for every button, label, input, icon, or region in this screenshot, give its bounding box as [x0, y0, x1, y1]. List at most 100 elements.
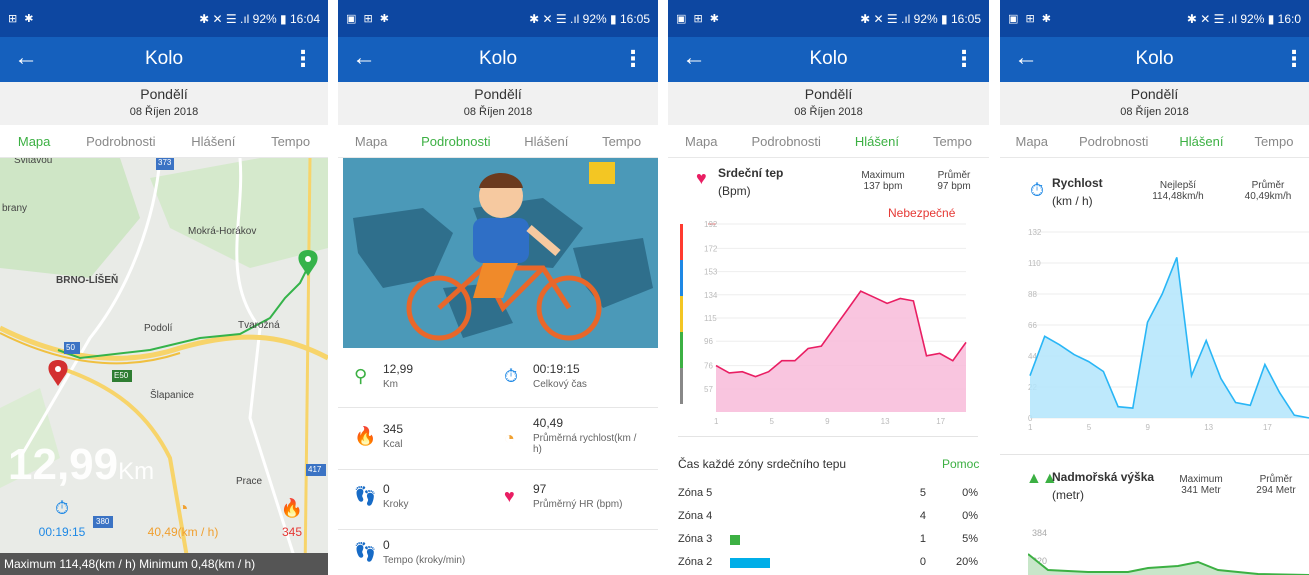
overflow-menu-icon[interactable]: ⋮ — [622, 46, 644, 72]
tab-pace[interactable]: Tempo — [602, 134, 641, 149]
status-bar: ▣ ⊞ ✱ ✱ ✕ ☰ .ıl 92% ▮ 16:0 — [1000, 0, 1309, 37]
zone-name: Zóna 4 — [678, 510, 713, 522]
day-label: Pondělí — [804, 86, 853, 102]
x-tick-label: 1 — [714, 417, 719, 426]
y-tick-label: 115 — [704, 314, 717, 323]
zone-strip — [680, 332, 683, 368]
bike-badge-icon — [589, 162, 615, 184]
tab-details[interactable]: Podrobnosti — [1079, 134, 1148, 149]
altitude-title: Nadmořská výška — [1052, 470, 1155, 484]
map-place-label: Šlapanice — [150, 390, 194, 401]
detail-row: 🔥 345 Kcal ◔ 40,49 Průměrná rychlost(km … — [338, 408, 658, 470]
y-tick-label: 134 — [704, 291, 718, 300]
distance-value: 12,99 — [8, 440, 119, 489]
app-bar: ← Kolo ⋮ — [0, 37, 328, 82]
zone-strip — [680, 296, 683, 332]
altitude-avg-label: Průměr — [1259, 474, 1293, 485]
status-icons-right: ✱ ✕ ☰ .ıl 92% ▮ 16:0 — [1186, 11, 1301, 26]
zone-percent: 5% — [962, 533, 978, 545]
x-tick-label: 17 — [936, 417, 945, 426]
detail-unit: Celkový čas — [533, 379, 587, 390]
speedometer-icon: ◔ — [504, 428, 515, 448]
speed-unit: (km / h) — [1052, 194, 1093, 208]
stopwatch-icon: ⏱ — [504, 366, 519, 386]
tab-details[interactable]: Podrobnosti — [752, 134, 821, 149]
tab-reports[interactable]: Hlášení — [855, 134, 899, 149]
map-kcal-stat: 🔥 345 — [262, 498, 322, 539]
y-tick-label: 110 — [1028, 259, 1041, 268]
y-tick-label: 192 — [704, 220, 718, 229]
overflow-menu-icon[interactable]: ⋮ — [292, 46, 314, 72]
series-area — [716, 291, 966, 412]
date-header: Pondělí 08 Říjen 2018 — [338, 82, 658, 125]
detail-value: 40,49 — [533, 416, 564, 430]
speed-avg-value: 40,49km/h — [1244, 191, 1292, 202]
zone-bar — [730, 558, 770, 568]
zone-count: 1 — [919, 533, 926, 545]
detail-row: ⚲ 12,99 Km ⏱ 00:19:15 Celkový čas — [338, 350, 658, 408]
tab-details[interactable]: Podrobnosti — [421, 134, 490, 149]
road-number: E50 — [114, 371, 129, 380]
zone-name: Zóna 3 — [678, 533, 713, 545]
tab-map[interactable]: Mapa — [355, 134, 388, 149]
screen-map: ⊞ ✱ ✱ ✕ ☰ .ıl 92% ▮ 16:04 ← Kolo ⋮ Pondě… — [0, 0, 328, 575]
altitude-max-label: Maximum — [1179, 474, 1223, 485]
detail-unit: Průměrný HR (bpm) — [533, 499, 623, 510]
speed-best: Nejlepší 114,48km/h — [1140, 180, 1216, 202]
status-icons-left: ▣ ⊞ ✱ — [676, 13, 721, 25]
map-speed-value: 40,49(km / h) — [147, 525, 219, 539]
speed-best-value: 114,48km/h — [1152, 191, 1204, 202]
status-bar: ▣ ⊞ ✱ ✱ ✕ ☰ .ıl 92% ▮ 16:05 — [668, 0, 989, 37]
heart-avg-label: Průměr — [937, 170, 971, 181]
overflow-menu-icon[interactable]: ⋮ — [953, 46, 975, 72]
status-icons-right: ✱ ✕ ☰ .ıl 92% ▮ 16:05 — [860, 11, 981, 26]
zone-count: 5 — [919, 487, 926, 499]
heart-rate-icon: ♥ — [504, 486, 515, 506]
map-place-label: Svitavou — [14, 158, 53, 166]
detail-row: 👣 0 Kroky ♥ 97 Průměrný HR (bpm) — [338, 470, 658, 530]
tab-reports[interactable]: Hlášení — [191, 134, 235, 149]
map-park-area — [0, 158, 140, 278]
tab-map[interactable]: Mapa — [685, 134, 718, 149]
date-label: 08 Říjen 2018 — [463, 106, 533, 118]
x-tick-label: 13 — [881, 417, 890, 426]
screen-speed-report: ▣ ⊞ ✱ ✱ ✕ ☰ .ıl 92% ▮ 16:0 ← Kolo ⋮ Pond… — [1000, 0, 1309, 575]
tab-reports[interactable]: Hlášení — [524, 134, 568, 149]
heart-title: Srdeční tep — [718, 166, 784, 180]
zones-title: Čas každé zóny srdečního tepu — [678, 457, 847, 471]
series-area — [1030, 257, 1309, 418]
x-tick-label: 9 — [825, 417, 830, 426]
map-place-label: BRNO-LÍŠEŇ — [56, 275, 119, 286]
tab-map[interactable]: Mapa — [1015, 134, 1048, 149]
x-tick-label: 1 — [1028, 423, 1033, 432]
zone-row: Zóna 4 4 0% — [678, 510, 978, 532]
day-label: Pondělí — [474, 86, 522, 102]
tab-pace[interactable]: Tempo — [933, 134, 972, 149]
route-map[interactable]: Svitavou brany Mokrá-Horákov BRNO-LÍŠEŇ … — [0, 158, 328, 575]
heart-max: Maximum 137 bpm — [848, 170, 918, 192]
stopwatch-icon: ⏱ — [1030, 180, 1045, 200]
detail-unit: Kroky — [383, 499, 409, 510]
divider — [678, 436, 978, 437]
overflow-menu-icon[interactable]: ⋮ — [1283, 46, 1305, 72]
tab-pace[interactable]: Tempo — [271, 134, 310, 149]
status-bar: ▣ ⊞ ✱ ✱ ✕ ☰ .ıl 92% ▮ 16:05 — [338, 0, 658, 37]
tab-pace[interactable]: Tempo — [1254, 134, 1293, 149]
detail-value: 12,99 — [383, 362, 414, 376]
x-tick-label: 5 — [770, 417, 775, 426]
altitude-avg: Průměr 294 Metr — [1244, 474, 1308, 496]
altitude-header: Nadmořská výška (metr) — [1052, 470, 1154, 502]
tab-reports[interactable]: Hlášení — [1179, 134, 1223, 149]
help-link[interactable]: Pomoc — [942, 457, 979, 471]
detail-unit: Kcal — [383, 439, 403, 450]
speed-header: Rychlost (km / h) — [1052, 176, 1103, 208]
zone-row: Zóna 3 1 5% — [678, 533, 978, 555]
tab-details[interactable]: Podrobnosti — [86, 134, 155, 149]
altitude-ytick: 384 — [1032, 528, 1048, 538]
map-place-label: Tvarožná — [238, 320, 280, 331]
tab-map[interactable]: Mapa — [18, 134, 51, 149]
screen-details: ▣ ⊞ ✱ ✱ ✕ ☰ .ıl 92% ▮ 16:05 ← Kolo ⋮ Pon… — [338, 0, 658, 575]
detail-unit: Tempo (kroky/min) — [383, 555, 466, 566]
altitude-max-value: 341 Metr — [1181, 485, 1221, 496]
map-kcal-value: 345 — [281, 525, 303, 539]
